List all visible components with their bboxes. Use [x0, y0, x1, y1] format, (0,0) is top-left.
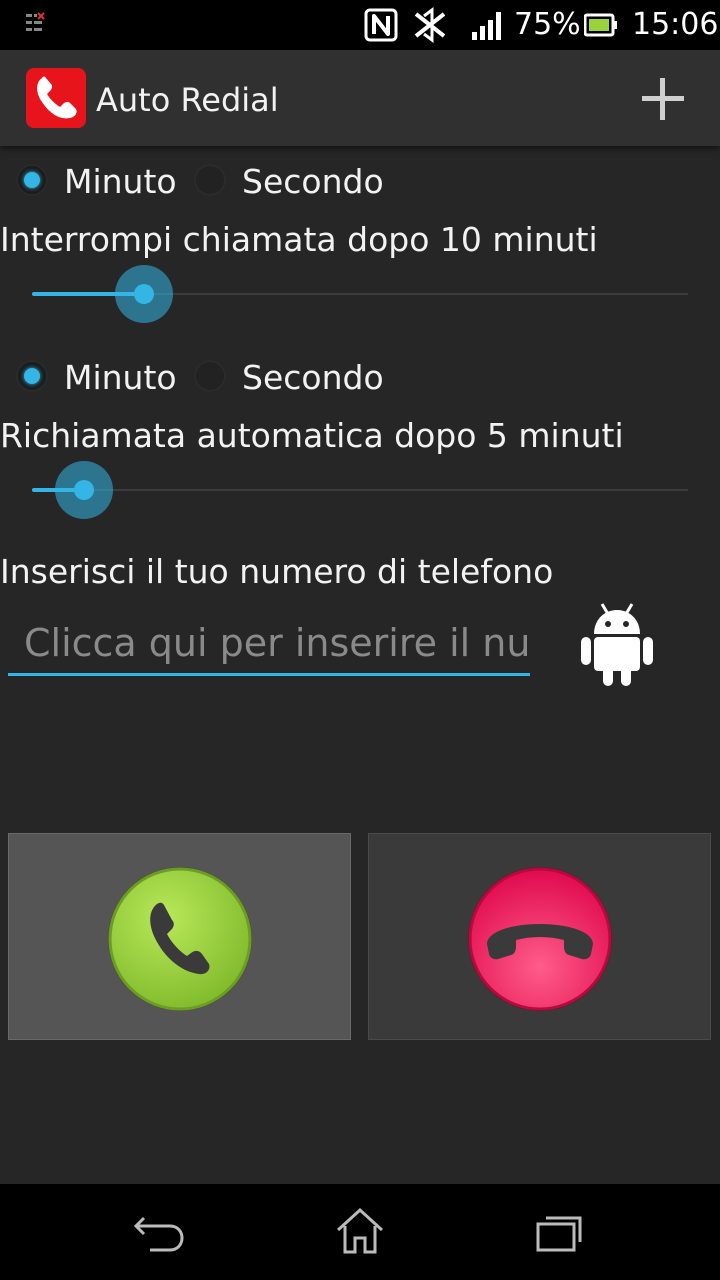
- home-icon: [336, 1207, 384, 1254]
- hangup-slider-thumb[interactable]: [114, 265, 173, 323]
- redial-heading: Richiamata automatica dopo 5 minuti: [0, 416, 624, 455]
- app-phone-icon: [26, 68, 86, 128]
- home-button[interactable]: [334, 1206, 386, 1256]
- phone-number-input[interactable]: [8, 612, 530, 676]
- hangup-second-radio[interactable]: [194, 164, 226, 196]
- phone-label: Inserisci il tuo numero di telefono: [0, 552, 554, 591]
- redial-slider-track: [32, 489, 688, 491]
- redial-slider-thumb[interactable]: [55, 461, 114, 519]
- recents-button[interactable]: [532, 1208, 588, 1256]
- notification-icon: [26, 12, 45, 31]
- hangup-slider[interactable]: [32, 264, 688, 324]
- android-icon: [581, 603, 653, 686]
- battery-icon: [584, 13, 617, 37]
- battery-percent: 75%: [514, 7, 581, 42]
- nfc-icon: [364, 8, 398, 42]
- signal-icon: [472, 12, 501, 40]
- hangup-minute-label: Minuto: [64, 162, 177, 201]
- hangup-second-option[interactable]: Secondo: [194, 160, 394, 204]
- bluetooth-icon: [414, 7, 446, 43]
- redial-second-label: Secondo: [242, 358, 384, 397]
- redial-second-option[interactable]: Secondo: [194, 356, 394, 400]
- hangup-button[interactable]: [368, 833, 711, 1040]
- hangup-minute-option[interactable]: Minuto: [16, 160, 186, 204]
- call-icon: [108, 867, 252, 1011]
- clock: 15:06: [632, 7, 719, 42]
- hangup-second-label: Secondo: [242, 162, 384, 201]
- contact-picker-button[interactable]: [578, 600, 656, 688]
- status-bar: 75% 15:06: [0, 0, 720, 50]
- hangup-icon: [468, 867, 612, 1011]
- app-title: Auto Redial: [96, 81, 279, 119]
- add-icon: [642, 78, 684, 120]
- redial-minute-option[interactable]: Minuto: [16, 356, 186, 400]
- back-icon: [133, 1216, 184, 1252]
- redial-minute-label: Minuto: [64, 358, 177, 397]
- redial-slider[interactable]: [32, 460, 688, 520]
- recents-icon: [536, 1216, 582, 1252]
- hangup-minute-radio[interactable]: [16, 164, 48, 196]
- redial-second-radio[interactable]: [194, 360, 226, 392]
- call-button[interactable]: [8, 833, 351, 1040]
- add-button[interactable]: [638, 74, 688, 124]
- back-button[interactable]: [130, 1210, 190, 1254]
- navigation-bar: [0, 1184, 720, 1280]
- redial-minute-radio[interactable]: [16, 360, 48, 392]
- hangup-heading: Interrompi chiamata dopo 10 minuti: [0, 220, 598, 259]
